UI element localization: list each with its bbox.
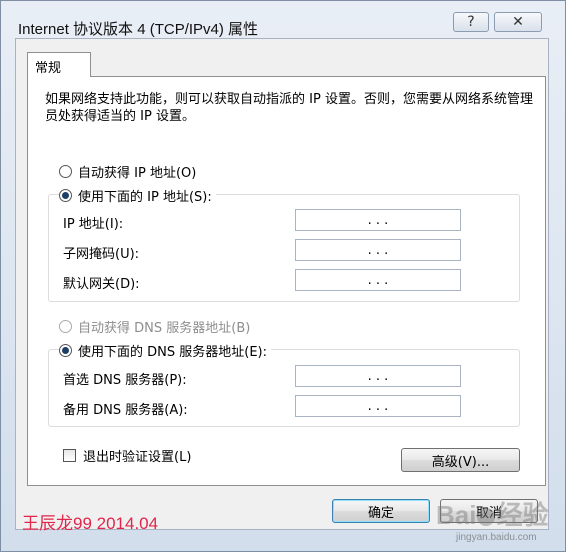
radio-auto-dns-indicator[interactable] <box>59 319 72 333</box>
baidu-watermark-logo: Bai 经验 <box>436 495 548 532</box>
watermark-url: jingyan.baidu.com <box>456 532 537 543</box>
alternate-dns-label: 备用 DNS 服务器(A): <box>63 403 188 418</box>
ip-address-input[interactable]: . . . <box>295 209 461 231</box>
subnet-mask-value: . . . <box>367 242 389 258</box>
radio-manual-ip-label: 使用下面的 IP 地址(S): <box>78 189 212 205</box>
author-signature: 王辰龙99 2014.04 <box>22 514 159 533</box>
advanced-button[interactable]: 高级(V)... <box>401 448 520 472</box>
baidu-logo-suffix: 经验 <box>496 500 549 530</box>
radio-auto-dns-label: 自动获得 DNS 服务器地址(B) <box>78 320 251 336</box>
advanced-button-label: 高级(V)... <box>431 454 490 470</box>
ip-address-label: IP 地址(I): <box>63 217 124 232</box>
radio-manual-dns-label: 使用下面的 DNS 服务器地址(E): <box>78 344 267 360</box>
help-button[interactable]: ? <box>453 12 489 32</box>
preferred-dns-input[interactable]: . . . <box>295 365 461 387</box>
help-icon: ? <box>467 14 475 30</box>
paw-icon <box>477 508 496 527</box>
radio-manual-ip-indicator[interactable] <box>59 188 72 202</box>
radio-manual-dns-indicator[interactable] <box>59 343 72 357</box>
subnet-mask-input[interactable]: . . . <box>295 239 461 261</box>
subnet-mask-label: 子网掩码(U): <box>63 247 140 262</box>
radio-auto-ip[interactable]: 自动获得 IP 地址(O) <box>59 162 201 181</box>
alternate-dns-input[interactable]: . . . <box>295 395 461 417</box>
radio-manual-dns[interactable]: 使用下面的 DNS 服务器地址(E): <box>59 341 271 360</box>
preferred-dns-value: . . . <box>367 368 389 384</box>
default-gateway-input[interactable]: . . . <box>295 269 461 291</box>
preferred-dns-label: 首选 DNS 服务器(P): <box>63 373 187 388</box>
default-gateway-label: 默认网关(D): <box>63 277 140 292</box>
radio-auto-ip-indicator[interactable] <box>59 164 72 178</box>
radio-auto-dns[interactable]: 自动获得 DNS 服务器地址(B) <box>59 317 255 336</box>
tab-general[interactable]: 常规 <box>27 52 91 77</box>
validate-settings-label: 退出时验证设置(L) <box>83 450 192 465</box>
default-gateway-value: . . . <box>367 272 389 288</box>
validate-settings-checkbox[interactable]: 退出时验证设置(L) <box>63 446 191 465</box>
ok-button-label: 确定 <box>367 505 394 521</box>
close-icon: ✕ <box>512 14 524 30</box>
baidu-logo-text: Bai <box>436 500 477 530</box>
close-button[interactable]: ✕ <box>494 12 542 32</box>
ip-address-value: . . . <box>367 212 389 228</box>
radio-manual-ip[interactable]: 使用下面的 IP 地址(S): <box>59 186 216 205</box>
validate-settings-box[interactable] <box>63 449 76 462</box>
radio-auto-ip-label: 自动获得 IP 地址(O) <box>78 165 197 181</box>
alternate-dns-value: . . . <box>367 398 389 414</box>
window-title: Internet 协议版本 4 (TCP/IPv4) 属性 <box>18 21 259 38</box>
description-text: 如果网络支持此功能，则可以获取自动指派的 IP 设置。否则，您需要从网络系统管理… <box>45 92 533 124</box>
ok-button[interactable]: 确定 <box>332 499 430 523</box>
